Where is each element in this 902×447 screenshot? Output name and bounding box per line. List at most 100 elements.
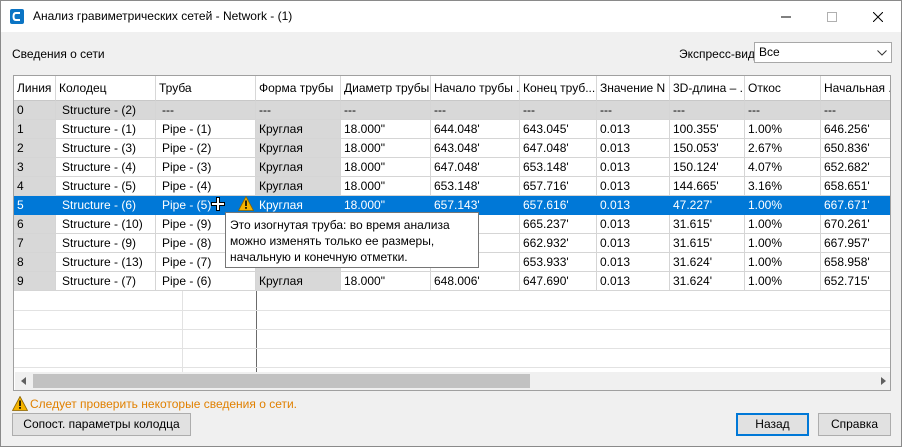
table-cell-start-elev[interactable]: 658.958': [821, 253, 890, 272]
table-cell-pipe[interactable]: Pipe - (2): [156, 139, 256, 158]
table-cell-line[interactable]: 6: [14, 215, 56, 234]
table-cell-pipe[interactable]: Pipe - (4): [156, 177, 256, 196]
table-cell-n-value[interactable]: 0.013: [597, 215, 670, 234]
table-cell-line[interactable]: 0: [14, 101, 56, 120]
scroll-left-arrow-icon[interactable]: [15, 372, 32, 390]
help-button[interactable]: Справка: [818, 413, 891, 436]
table-cell-start-elev[interactable]: 658.651': [821, 177, 890, 196]
table-cell-line[interactable]: 3: [14, 158, 56, 177]
table-cell-3d-length[interactable]: 150.124': [670, 158, 745, 177]
table-cell-structure[interactable]: Structure - (1): [56, 120, 156, 139]
table-cell-structure[interactable]: Structure - (3): [56, 139, 156, 158]
table-cell-start-elev[interactable]: 652.715': [821, 272, 890, 291]
scrollbar-thumb[interactable]: [33, 374, 530, 388]
table-cell-n-value[interactable]: 0.013: [597, 177, 670, 196]
table-cell-n-value[interactable]: 0.013: [597, 120, 670, 139]
table-cell-structure[interactable]: Structure - (10): [56, 215, 156, 234]
table-cell-line[interactable]: 5: [14, 196, 56, 215]
column-header-3d-length[interactable]: 3D-длина – ...: [670, 76, 745, 101]
table-cell-pipe-shape[interactable]: Круглая: [256, 158, 341, 177]
table-cell-pipe-end[interactable]: 657.616': [520, 196, 597, 215]
table-cell-n-value[interactable]: 0.013: [597, 272, 670, 291]
table-cell-pipe[interactable]: ---: [156, 101, 256, 120]
table-cell-slope[interactable]: 1.00%: [745, 196, 821, 215]
table-cell-pipe-diameter[interactable]: 18.000": [341, 177, 431, 196]
table-cell-pipe-diameter[interactable]: 18.000": [341, 139, 431, 158]
table-cell-3d-length[interactable]: 31.615': [670, 215, 745, 234]
table-cell-3d-length[interactable]: 31.624': [670, 253, 745, 272]
table-cell-slope[interactable]: 3.16%: [745, 177, 821, 196]
table-cell-structure[interactable]: Structure - (7): [56, 272, 156, 291]
table-cell-pipe-diameter[interactable]: 18.000": [341, 272, 431, 291]
table-cell-3d-length[interactable]: ---: [670, 101, 745, 120]
table-cell-structure[interactable]: Structure - (4): [56, 158, 156, 177]
back-button[interactable]: Назад: [736, 413, 809, 436]
table-cell-pipe-start[interactable]: ---: [431, 101, 520, 120]
table-cell-pipe-shape[interactable]: Круглая: [256, 120, 341, 139]
table-cell-n-value[interactable]: 0.013: [597, 139, 670, 158]
warning-triangle-icon[interactable]: [238, 196, 254, 211]
table-cell-line[interactable]: 4: [14, 177, 56, 196]
table-cell-pipe-end[interactable]: 647.690': [520, 272, 597, 291]
table-cell-n-value[interactable]: 0.013: [597, 234, 670, 253]
table-cell-3d-length[interactable]: 144.665': [670, 177, 745, 196]
table-cell-n-value[interactable]: 0.013: [597, 253, 670, 272]
table-cell-pipe-start[interactable]: 644.048': [431, 120, 520, 139]
table-cell-pipe-shape[interactable]: Круглая: [256, 272, 341, 291]
table-cell-line[interactable]: 9: [14, 272, 56, 291]
table-cell-pipe-end[interactable]: 643.045': [520, 120, 597, 139]
table-cell-pipe-end[interactable]: 665.237': [520, 215, 597, 234]
table-cell-3d-length[interactable]: 31.624': [670, 272, 745, 291]
table-cell-slope[interactable]: ---: [745, 101, 821, 120]
table-cell-structure[interactable]: Structure - (9): [56, 234, 156, 253]
table-cell-structure[interactable]: Structure - (13): [56, 253, 156, 272]
table-cell-start-elev[interactable]: ---: [821, 101, 890, 120]
table-cell-slope[interactable]: 1.00%: [745, 234, 821, 253]
column-header-start-elev[interactable]: Начальная ...: [821, 76, 890, 101]
column-header-pipe-start[interactable]: Начало трубы ...: [431, 76, 520, 101]
match-structure-params-button[interactable]: Сопост. параметры колодца: [12, 413, 191, 436]
minimize-button[interactable]: [763, 1, 809, 32]
table-cell-line[interactable]: 7: [14, 234, 56, 253]
column-header-line[interactable]: Линия: [14, 76, 56, 101]
table-cell-n-value[interactable]: ---: [597, 101, 670, 120]
table-cell-pipe-shape[interactable]: ---: [256, 101, 341, 120]
horizontal-scrollbar[interactable]: [15, 372, 890, 390]
table-cell-pipe[interactable]: Pipe - (3): [156, 158, 256, 177]
table-cell-pipe-end[interactable]: 653.148': [520, 158, 597, 177]
table-cell-slope[interactable]: 1.00%: [745, 215, 821, 234]
table-cell-structure[interactable]: Structure - (5): [56, 177, 156, 196]
column-header-pipe-shape[interactable]: Форма трубы: [256, 76, 341, 101]
column-header-n-value[interactable]: Значение N: [597, 76, 670, 101]
table-cell-pipe-end[interactable]: 657.716': [520, 177, 597, 196]
table-cell-slope[interactable]: 1.00%: [745, 120, 821, 139]
table-cell-pipe-shape[interactable]: Круглая: [256, 139, 341, 158]
table-cell-structure[interactable]: Structure - (2): [56, 101, 156, 120]
table-cell-pipe-end[interactable]: ---: [520, 101, 597, 120]
title-bar[interactable]: Анализ гравиметрических сетей - Network …: [1, 1, 901, 32]
table-cell-slope[interactable]: 1.00%: [745, 272, 821, 291]
table-cell-slope[interactable]: 4.07%: [745, 158, 821, 177]
maximize-button[interactable]: [809, 1, 855, 32]
table-cell-n-value[interactable]: 0.013: [597, 196, 670, 215]
table-cell-start-elev[interactable]: 650.836': [821, 139, 890, 158]
table-cell-pipe-diameter[interactable]: 18.000": [341, 120, 431, 139]
table-cell-slope[interactable]: 1.00%: [745, 253, 821, 272]
table-cell-pipe[interactable]: Pipe - (1): [156, 120, 256, 139]
scroll-right-arrow-icon[interactable]: [874, 372, 890, 390]
table-cell-pipe-start[interactable]: 653.148': [431, 177, 520, 196]
table-cell-pipe-start[interactable]: 647.048': [431, 158, 520, 177]
column-header-structure[interactable]: Колодец: [56, 76, 156, 101]
table-cell-line[interactable]: 2: [14, 139, 56, 158]
express-view-select[interactable]: Все: [754, 42, 892, 63]
table-cell-slope[interactable]: 2.67%: [745, 139, 821, 158]
close-button[interactable]: [855, 1, 901, 32]
table-cell-pipe-end[interactable]: 647.048': [520, 139, 597, 158]
table-cell-line[interactable]: 8: [14, 253, 56, 272]
column-header-pipe-diameter[interactable]: Диаметр трубы: [341, 76, 431, 101]
table-cell-pipe[interactable]: Pipe - (6): [156, 272, 256, 291]
table-cell-3d-length[interactable]: 150.053': [670, 139, 745, 158]
table-cell-structure[interactable]: Structure - (6): [56, 196, 156, 215]
table-cell-pipe-end[interactable]: 662.932': [520, 234, 597, 253]
column-header-pipe[interactable]: Труба: [156, 76, 256, 101]
